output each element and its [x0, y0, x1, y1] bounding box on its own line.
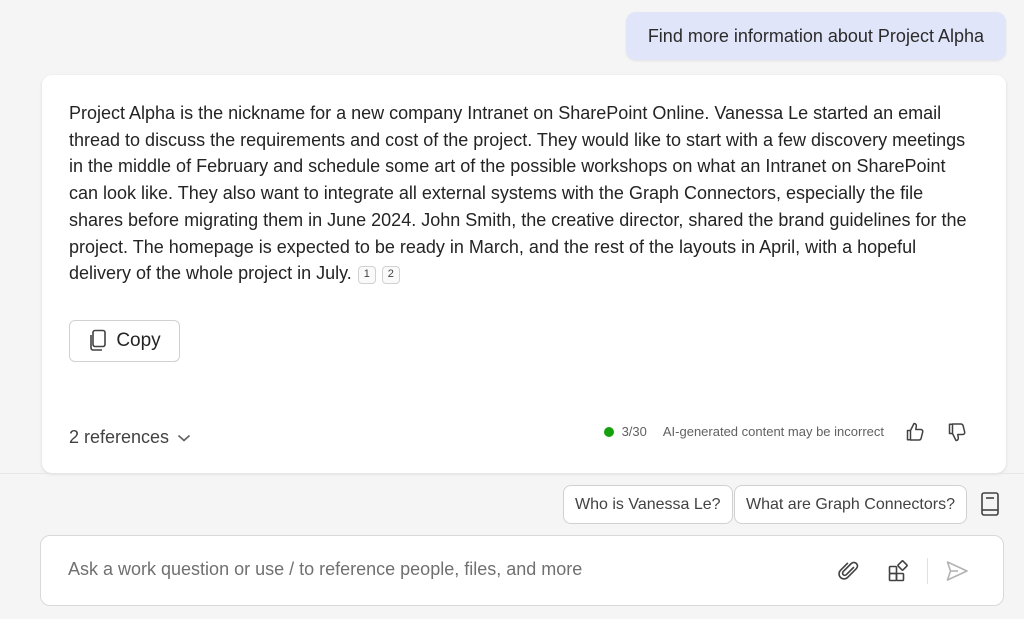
suggestion-chip-2[interactable]: What are Graph Connectors? — [734, 485, 967, 524]
chat-input-box — [40, 535, 1004, 606]
chevron-down-icon — [177, 433, 191, 443]
user-message-bubble: Find more information about Project Alph… — [625, 12, 1006, 60]
answer-text: Project Alpha is the nickname for a new … — [69, 100, 979, 287]
suggestion-chip-1[interactable]: Who is Vanessa Le? — [563, 485, 733, 524]
copy-label: Copy — [116, 330, 161, 351]
answer-body: Project Alpha is the nickname for a new … — [69, 103, 967, 284]
references-toggle[interactable]: 2 references — [69, 427, 191, 448]
citation-1[interactable]: 1 — [357, 265, 376, 284]
citation-2[interactable]: 2 — [381, 265, 400, 284]
ai-disclaimer: AI-generated content may be incorrect — [662, 424, 884, 439]
response-count: 3/30 — [621, 424, 647, 439]
copy-icon — [88, 329, 108, 353]
thumbs-up-icon[interactable] — [904, 421, 926, 443]
apps-icon[interactable] — [886, 558, 912, 584]
answer-card: Project Alpha is the nickname for a new … — [42, 75, 1006, 473]
response-meta: 3/30 AI-generated content may be incorre… — [603, 424, 884, 439]
send-icon[interactable] — [944, 558, 970, 584]
prompt-book-icon[interactable] — [978, 491, 1002, 517]
paperclip-icon[interactable] — [836, 558, 862, 584]
user-message-text: Find more information about Project Alph… — [647, 25, 984, 46]
toolbar-divider — [927, 558, 928, 584]
copy-button[interactable]: Copy — [69, 320, 180, 362]
status-dot — [603, 426, 614, 437]
references-label: 2 references — [69, 427, 170, 447]
divider — [0, 473, 1024, 474]
chat-input[interactable] — [68, 554, 808, 584]
thumbs-down-icon[interactable] — [946, 421, 968, 443]
